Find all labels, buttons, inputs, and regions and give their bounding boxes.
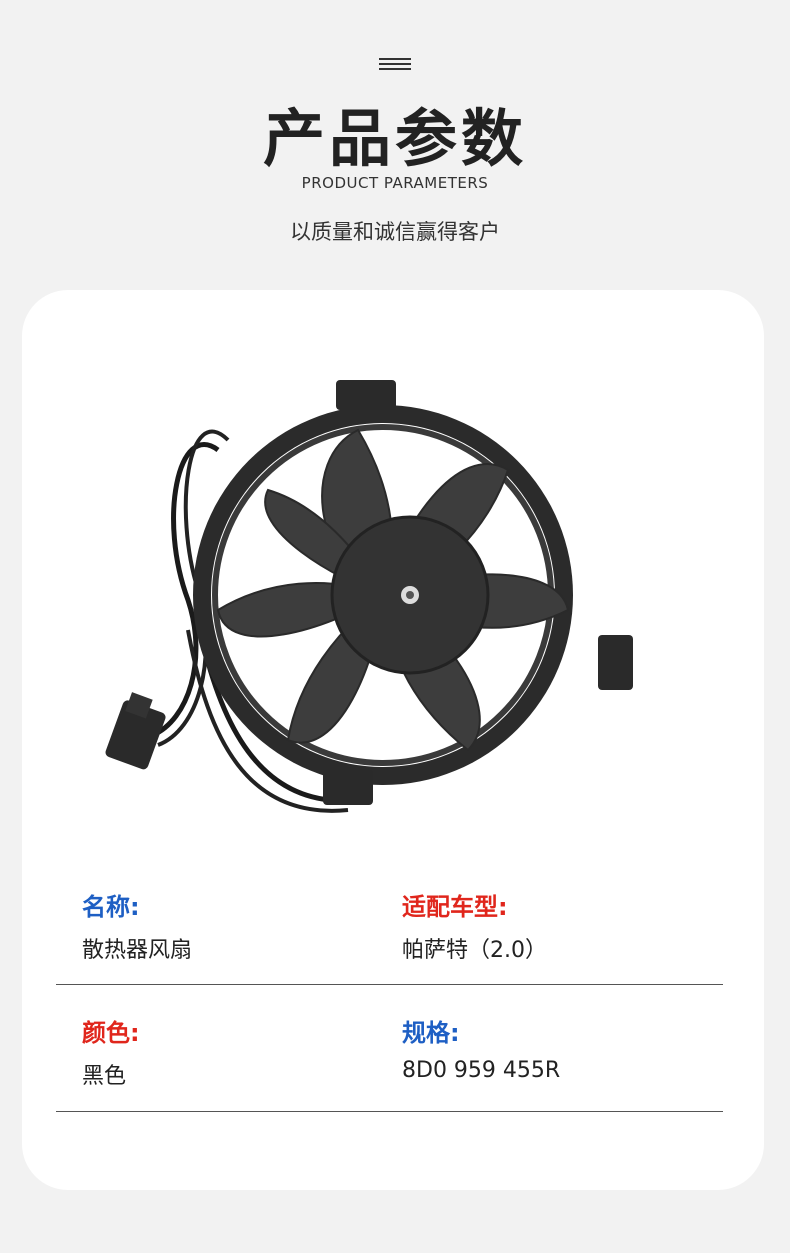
slogan: 以质量和诚信赢得客户 bbox=[290, 220, 500, 244]
spec-model-label: 规格: bbox=[402, 1019, 460, 1047]
menu-lines-icon bbox=[379, 58, 411, 72]
spec-name-value: 散热器风扇 bbox=[82, 938, 193, 963]
spec-vehicle-label: 适配车型: bbox=[402, 893, 508, 921]
divider bbox=[56, 1111, 723, 1112]
spec-name-label: 名称: bbox=[82, 893, 140, 921]
product-fan-image bbox=[105, 380, 633, 813]
page-subtitle: PRODUCT PARAMETERS bbox=[301, 174, 489, 192]
spec-vehicle-value: 帕萨特（2.0） bbox=[402, 938, 547, 963]
spec-model-value: 8D0 959 455R bbox=[402, 1058, 561, 1083]
spec-color-value: 黑色 bbox=[82, 1064, 127, 1089]
spec-color-label: 颜色: bbox=[82, 1019, 140, 1047]
page-title: 产品参数 bbox=[262, 102, 527, 175]
divider bbox=[56, 984, 723, 985]
